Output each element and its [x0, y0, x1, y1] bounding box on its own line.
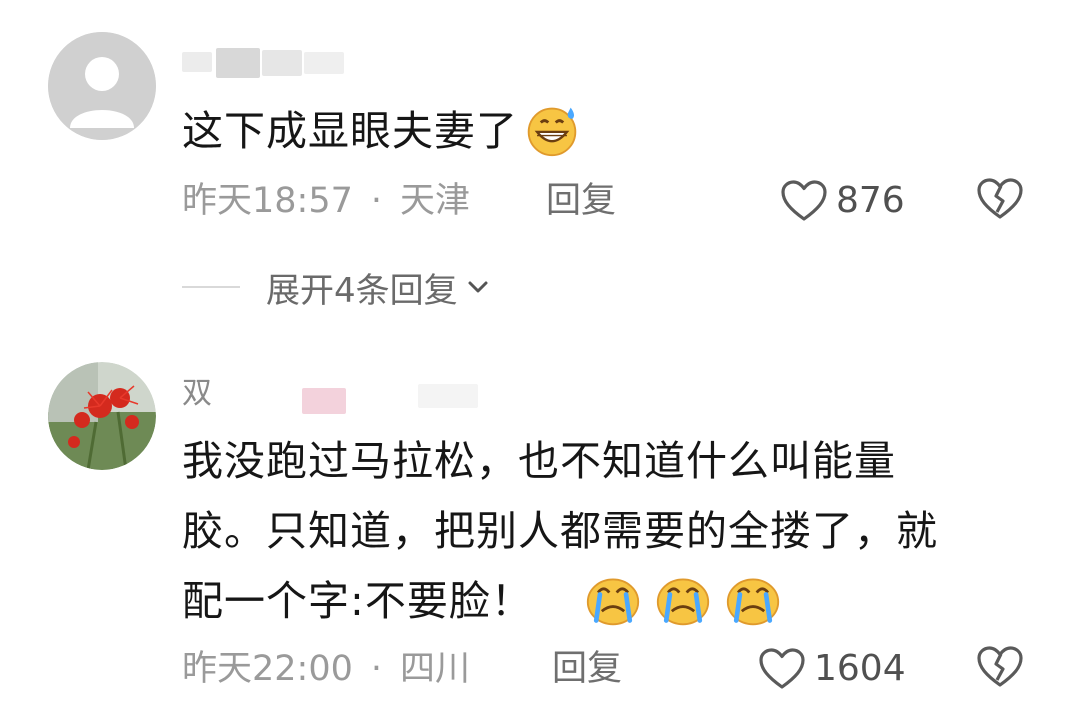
comment-item: 这下成显眼夫妻了 昨天18:57 · 天津 回复 876 展开4条回复 [0, 0, 1080, 330]
comment-item: 双 我没跑过马拉松，也不知道什么叫能量 胶。只知道，把别人都需要的全搂了，就 配… [0, 330, 1080, 708]
comment-meta: 昨天18:57 · 天津 [182, 176, 470, 226]
expand-replies-label: 展开4条回复 [266, 270, 458, 311]
comment-text: 这下成显眼夫妻了 [182, 96, 1002, 166]
default-avatar-icon [48, 32, 156, 140]
comment-text-line: 配一个字:不要脸！ [182, 577, 533, 625]
comment-location: 四川 [400, 649, 471, 689]
heart-icon [759, 648, 805, 689]
like-button[interactable]: 876 [780, 176, 905, 226]
comment-location: 天津 [400, 181, 471, 221]
broken-heart-icon [977, 178, 1023, 219]
avatar[interactable] [48, 32, 156, 140]
comment-text-line: 胶。只知道，把别人都需要的全搂了，就 [182, 507, 938, 555]
comment-text: 我没跑过马拉松，也不知道什么叫能量 胶。只知道，把别人都需要的全搂了，就 配一个… [182, 426, 1002, 636]
dislike-button[interactable] [976, 177, 1024, 225]
grinning-sweat-emoji [527, 107, 577, 157]
expand-replies-button[interactable]: 展开4条回复 [266, 263, 492, 312]
username[interactable]: 双 [182, 374, 512, 414]
comment-text-content: 这下成显眼夫妻了 [182, 107, 518, 155]
crying-face-emoji [656, 578, 710, 626]
dislike-button[interactable] [976, 645, 1024, 693]
like-count: 1604 [814, 648, 906, 689]
comment-meta: 昨天22:00 · 四川 [182, 644, 470, 694]
username[interactable] [182, 44, 347, 80]
reply-button[interactable]: 回复 [546, 176, 616, 226]
avatar[interactable] [48, 362, 156, 470]
comment-text-line-with-emojis: 配一个字:不要脸！ [182, 566, 1002, 636]
like-count: 876 [836, 180, 905, 221]
comment-time: 昨天22:00 [182, 649, 353, 689]
comment-time: 昨天18:57 [182, 181, 353, 221]
divider-line [182, 286, 240, 288]
chevron-down-icon [468, 281, 488, 293]
broken-heart-icon [977, 646, 1023, 687]
crying-face-emoji [726, 578, 780, 626]
flower-avatar-image [48, 362, 156, 470]
comment-text-line: 我没跑过马拉松，也不知道什么叫能量 [182, 437, 896, 485]
meta-separator: · [370, 649, 383, 689]
crying-face-emoji [586, 578, 640, 626]
like-button[interactable]: 1604 [758, 644, 906, 694]
expand-replies: 展开4条回复 [182, 262, 492, 312]
meta-separator: · [370, 181, 383, 221]
heart-icon [781, 180, 827, 221]
reply-button[interactable]: 回复 [552, 644, 622, 694]
